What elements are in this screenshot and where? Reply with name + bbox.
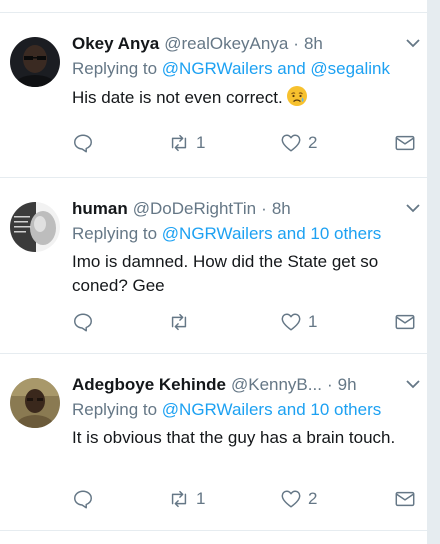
separator-dot: ·	[293, 34, 299, 53]
tweet-content: human @DoDeRightTin · 8h Replying to @NG…	[72, 198, 417, 298]
like-count: 1	[308, 312, 318, 331]
envelope-icon	[395, 314, 415, 330]
tweet-actions: 1 2	[72, 132, 417, 156]
tweet-text: Imo is damned. How did the State get so …	[72, 252, 379, 295]
avatar[interactable]	[10, 37, 60, 87]
tweet-header: Okey Anya @realOkeyAnya · 8h	[72, 33, 417, 55]
reply-icon	[74, 134, 92, 153]
heart-icon	[281, 313, 301, 331]
reply-button[interactable]	[72, 488, 100, 510]
avatar[interactable]	[10, 202, 60, 252]
separator-dot: ·	[326, 375, 333, 394]
like-button[interactable]: 1	[280, 311, 317, 333]
retweet-icon	[171, 313, 187, 331]
tweet[interactable]: human @DoDeRightTin · 8h Replying to @NG…	[0, 178, 427, 354]
replying-to: Replying to @NGRWailers and 10 others	[72, 223, 417, 245]
display-name[interactable]: human	[72, 198, 128, 220]
replying-to-link[interactable]: @NGRWailers and 10 others	[162, 224, 381, 243]
tweet-actions: 1 2	[72, 488, 417, 512]
direct-message-button[interactable]	[394, 132, 422, 154]
tweet-text-body: His date is not even correct.	[72, 88, 283, 107]
retweet-button[interactable]: 1	[168, 132, 205, 154]
tweet-content: Adegboye Kehinde @KennyB... · 9h Replyin…	[72, 374, 417, 450]
avatar[interactable]	[10, 378, 60, 428]
reply-button[interactable]	[72, 132, 100, 154]
tweet-text: His date is not even correct.	[72, 85, 402, 110]
separator-dot: ·	[261, 199, 267, 218]
envelope-icon	[395, 491, 415, 507]
heart-icon	[281, 134, 301, 152]
replying-to-link[interactable]: @NGRWailers and @segalink	[162, 59, 390, 78]
disappointed-relieved-emoji	[286, 85, 308, 107]
replying-prefix: Replying to	[72, 400, 158, 419]
reply-button[interactable]	[72, 311, 100, 333]
timestamp[interactable]: 8h	[272, 198, 291, 220]
reply-icon	[74, 313, 92, 332]
tweet-header: Adegboye Kehinde @KennyB... · 9h	[72, 374, 417, 396]
like-count: 2	[308, 133, 318, 152]
retweet-count: 1	[196, 489, 206, 508]
chevron-down-icon[interactable]	[403, 374, 423, 394]
display-name[interactable]: Okey Anya	[72, 33, 159, 55]
timeline: Okey Anya @realOkeyAnya · 8h Replying to…	[0, 0, 428, 544]
tweet-header: human @DoDeRightTin · 8h	[72, 198, 417, 220]
chevron-down-icon[interactable]	[403, 198, 423, 218]
like-count: 2	[308, 489, 318, 508]
replying-to: Replying to @NGRWailers and @segalink	[72, 58, 417, 80]
replying-to-link[interactable]: @NGRWailers and 10 others	[162, 400, 381, 419]
retweet-count: 1	[196, 133, 206, 152]
display-name[interactable]: Adegboye Kehinde	[72, 374, 226, 396]
user-handle[interactable]: @KennyB...	[231, 374, 322, 396]
tweet-text: It is obvious that the guy has a brain t…	[72, 428, 396, 447]
reply-icon	[74, 490, 92, 509]
chevron-down-icon[interactable]	[403, 33, 423, 53]
retweet-button[interactable]	[168, 311, 196, 333]
envelope-icon	[395, 135, 415, 151]
heart-icon	[281, 490, 301, 508]
direct-message-button[interactable]	[394, 488, 422, 510]
like-button[interactable]: 2	[280, 488, 317, 510]
retweet-icon	[171, 134, 187, 152]
timestamp[interactable]: 8h	[304, 33, 323, 55]
timestamp[interactable]: 9h	[338, 374, 357, 396]
user-handle[interactable]: @realOkeyAnya	[164, 33, 288, 55]
tweet[interactable]: Adegboye Kehinde @KennyB... · 9h Replyin…	[0, 354, 427, 531]
tweet[interactable]: Okey Anya @realOkeyAnya · 8h Replying to…	[0, 13, 427, 178]
replying-prefix: Replying to	[72, 224, 158, 243]
direct-message-button[interactable]	[394, 311, 422, 333]
like-button[interactable]: 2	[280, 132, 317, 154]
user-handle[interactable]: @DoDeRightTin	[133, 198, 256, 220]
previous-tweet-edge	[0, 0, 427, 13]
tweet-content: Okey Anya @realOkeyAnya · 8h Replying to…	[72, 33, 417, 110]
retweet-button[interactable]: 1	[168, 488, 205, 510]
retweet-icon	[171, 490, 187, 508]
replying-prefix: Replying to	[72, 59, 158, 78]
replying-to: Replying to @NGRWailers and 10 others	[72, 399, 417, 421]
tweet-actions: 1	[72, 311, 417, 335]
